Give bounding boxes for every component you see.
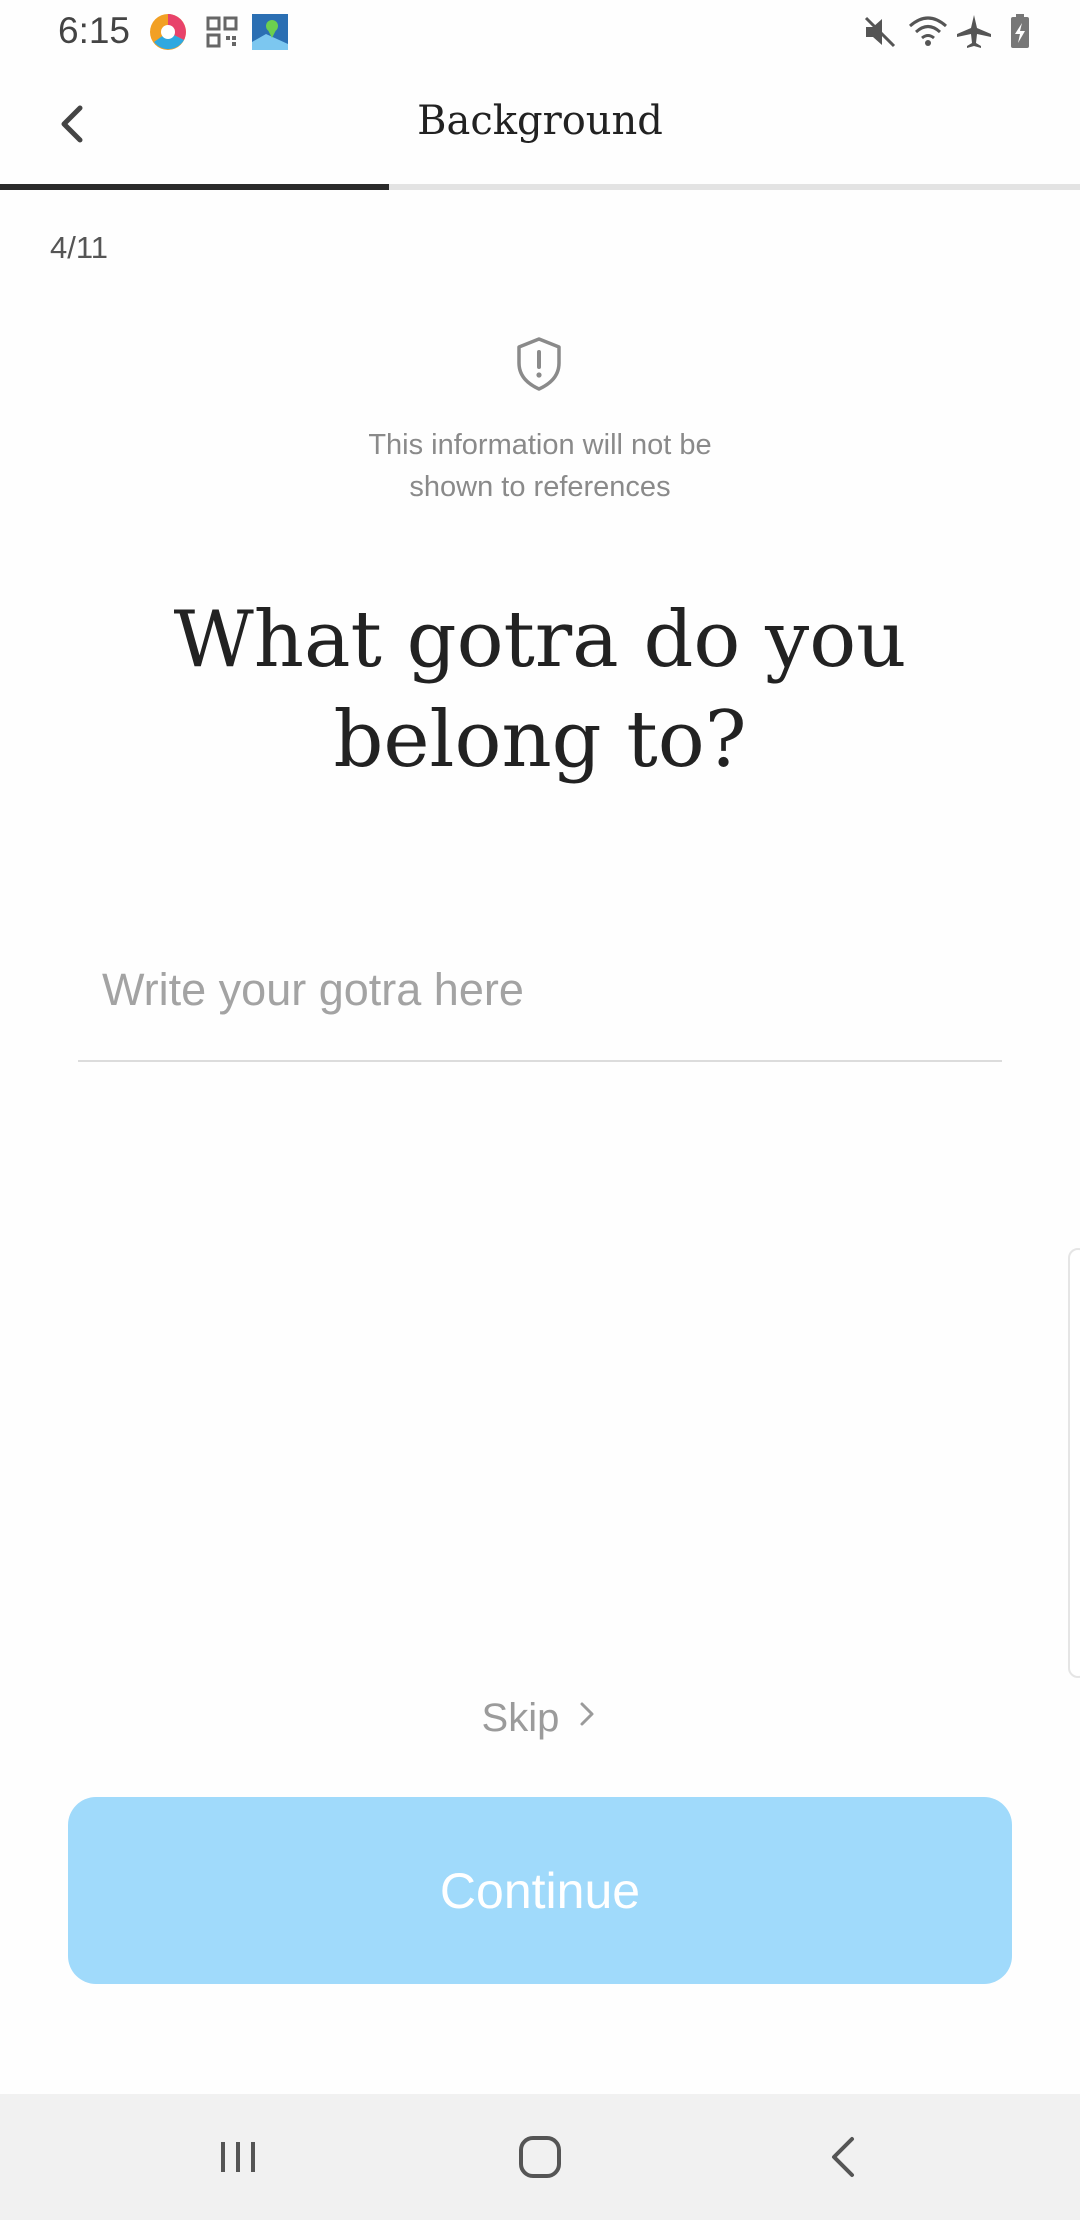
status-bar: 6:15 [0, 0, 1080, 64]
continue-button[interactable]: Continue [68, 1797, 1012, 1984]
qr-code-icon [206, 16, 238, 48]
back-icon[interactable] [814, 2127, 874, 2187]
battery-icon [1011, 14, 1029, 48]
page-title: Background [417, 98, 663, 144]
skip-label: Skip [481, 1695, 560, 1740]
photos-map-icon [252, 14, 288, 50]
navigation-bar [0, 2094, 1080, 2220]
chrome-like-app-icon [150, 14, 186, 50]
privacy-note-line-2: shown to references [409, 471, 671, 503]
status-time: 6:15 [58, 10, 131, 51]
progress-fill [0, 184, 389, 190]
gotra-input[interactable] [78, 920, 1002, 1062]
skip-link[interactable]: Skip [0, 1694, 1080, 1741]
scroll-handle[interactable] [1068, 1248, 1080, 1678]
progress-bar [0, 184, 1080, 190]
muted-icon [864, 16, 896, 48]
header: Background [0, 64, 1080, 188]
chevron-right-icon [580, 1702, 594, 1726]
wifi-icon [909, 16, 947, 46]
question-line-1: What gotra do you [173, 595, 907, 685]
privacy-note-line-1: This information will not be [368, 429, 712, 461]
question-line-2: belong to? [333, 695, 747, 785]
privacy-note: This information will not be shown to re… [290, 424, 790, 508]
recent-apps-icon[interactable] [208, 2127, 268, 2187]
question-heading: What gotra do you belong to? [100, 590, 980, 790]
home-icon[interactable] [510, 2127, 570, 2187]
airplane-mode-icon [957, 15, 991, 48]
shield-alert-icon [517, 337, 561, 391]
step-counter: 4/11 [50, 230, 109, 265]
